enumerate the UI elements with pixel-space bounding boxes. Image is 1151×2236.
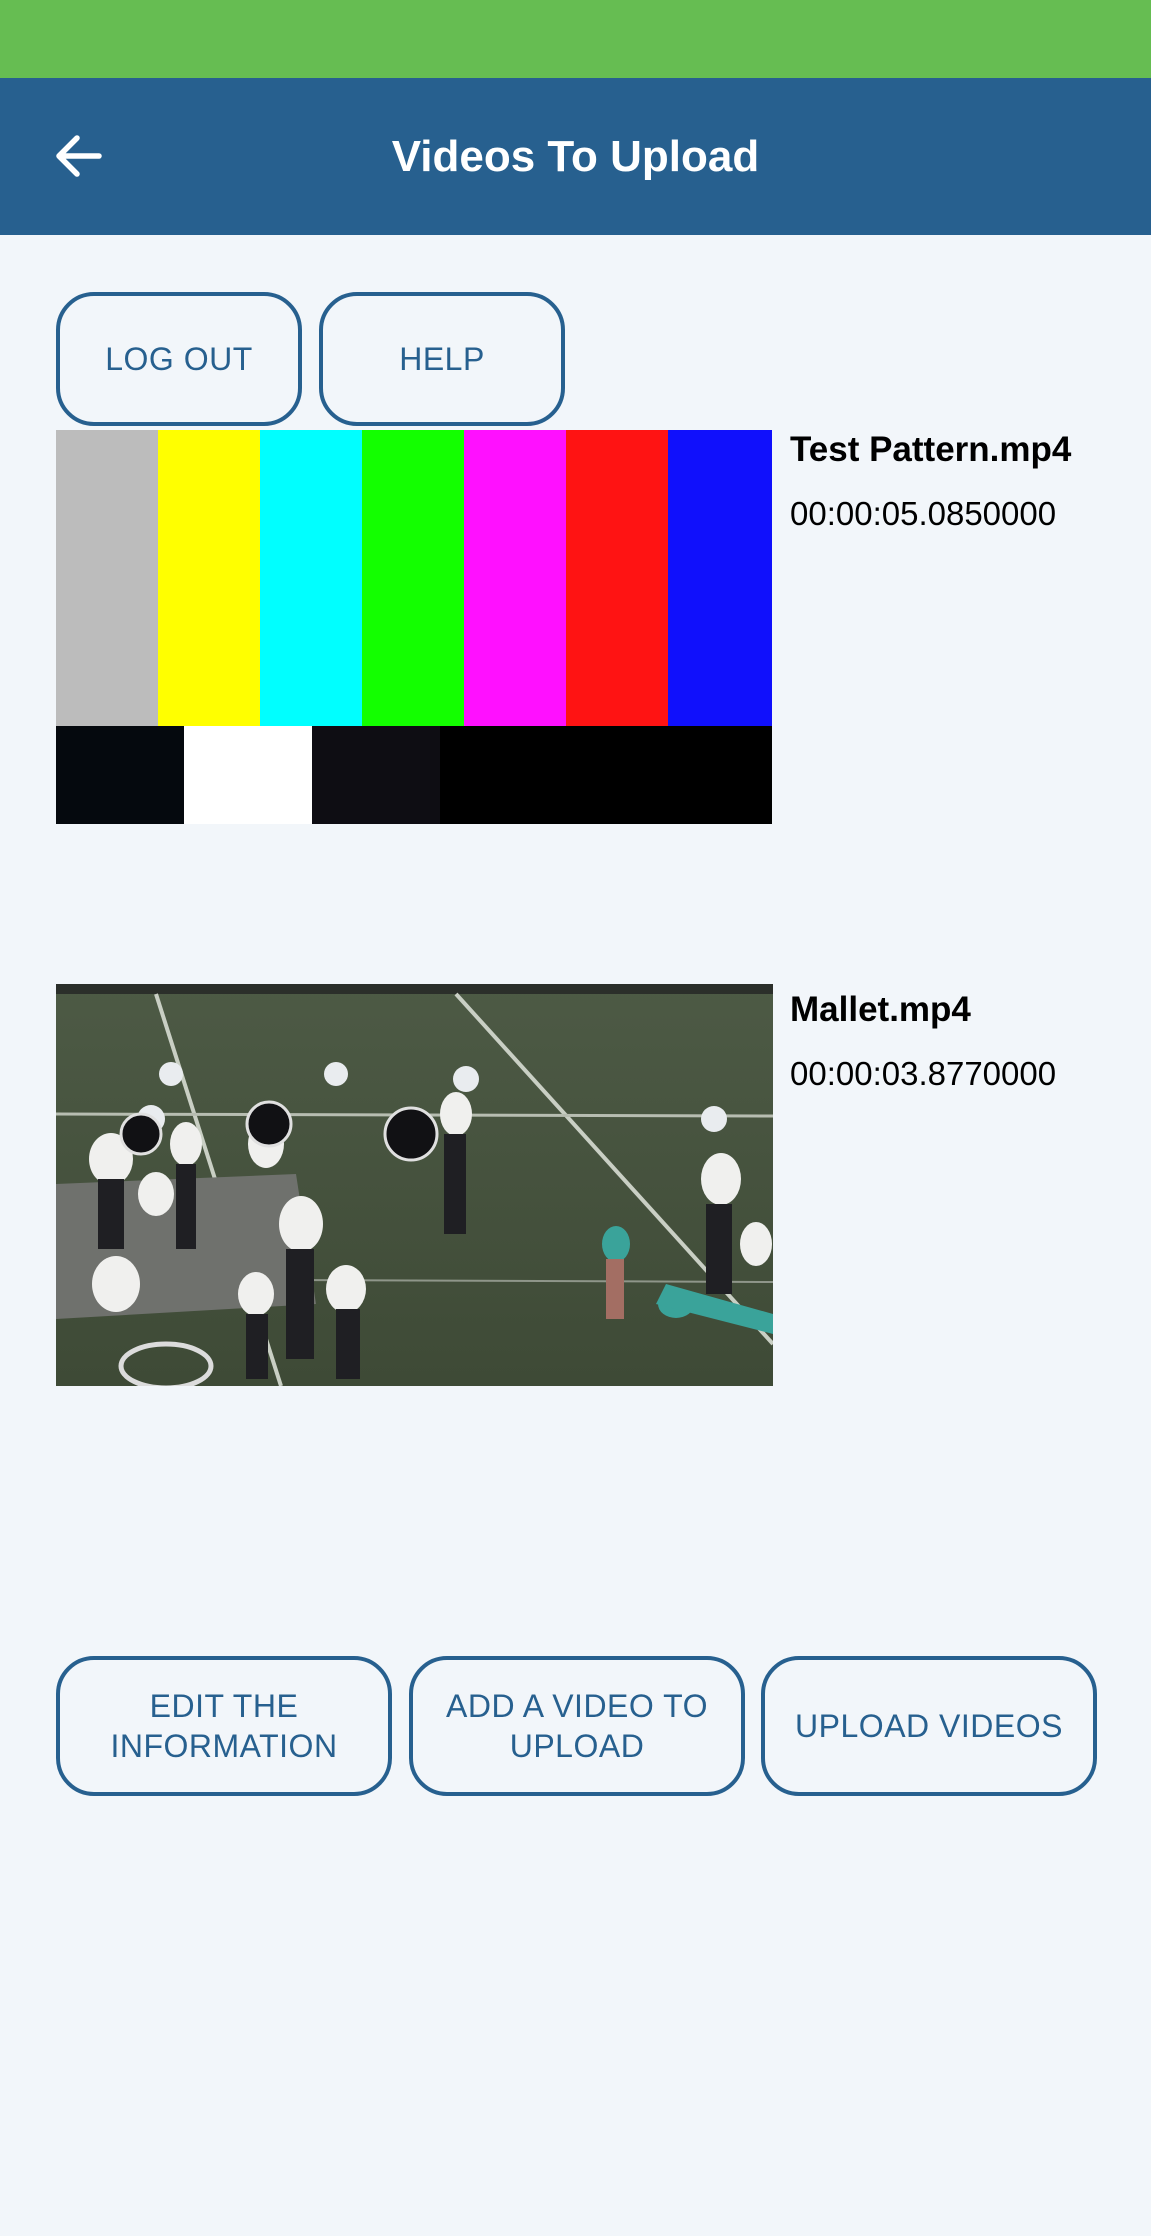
back-button[interactable]	[40, 116, 114, 196]
upload-videos-button[interactable]: UPLOAD VIDEOS	[761, 1656, 1097, 1796]
add-video-label: ADD A VIDEO TO UPLOAD	[446, 1688, 708, 1764]
page-title: Videos To Upload	[391, 131, 760, 181]
video-thumbnail	[56, 430, 772, 824]
edit-information-label: EDIT THE INFORMATION	[110, 1688, 338, 1764]
logout-button[interactable]: LOG OUT	[56, 292, 302, 426]
video-duration: 00:00:03.8770000	[790, 1055, 1057, 1092]
status-bar	[0, 0, 1151, 78]
video-name: Test Pattern.mp4	[790, 430, 1072, 469]
video-name: Mallet.mp4	[790, 990, 971, 1029]
video-thumbnail	[56, 984, 773, 1386]
add-video-button[interactable]: ADD A VIDEO TO UPLOAD	[409, 1656, 745, 1796]
app-bar: Videos To Upload	[0, 78, 1151, 235]
marching-band-thumbnail	[56, 984, 773, 1386]
help-button[interactable]: HELP	[319, 292, 565, 426]
arrow-left-icon	[56, 135, 102, 177]
edit-information-button[interactable]: EDIT THE INFORMATION	[56, 1656, 392, 1796]
color-bars-thumbnail	[56, 430, 772, 824]
logout-button-label: LOG OUT	[105, 341, 253, 377]
upload-videos-label: UPLOAD VIDEOS	[795, 1708, 1063, 1744]
video-duration: 00:00:05.0850000	[790, 495, 1057, 532]
help-button-label: HELP	[399, 341, 485, 377]
